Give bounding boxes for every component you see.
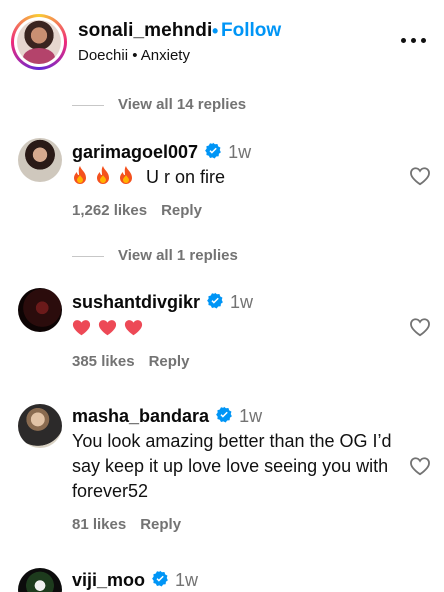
author-avatar[interactable] xyxy=(11,14,67,70)
verified-badge-icon xyxy=(204,142,222,160)
heart-outline-icon[interactable] xyxy=(409,166,431,186)
comment-meta: 1,262 likes Reply xyxy=(72,202,202,219)
comment-text: U r on fire xyxy=(72,165,402,190)
verified-badge-icon xyxy=(151,570,169,588)
avatar-ring-inner xyxy=(14,17,64,67)
comment-meta: 81 likes Reply xyxy=(72,516,181,533)
more-icon[interactable] xyxy=(401,38,427,46)
view-replies-button[interactable]: View all 1 replies xyxy=(72,247,238,264)
comment-username[interactable]: viji_moo 1w xyxy=(72,570,198,591)
fire-emoji xyxy=(97,166,109,184)
commenter-avatar[interactable] xyxy=(18,404,62,448)
verified-badge-icon xyxy=(215,406,233,424)
fire-emoji xyxy=(120,166,132,184)
reply-divider xyxy=(72,104,104,106)
comment-username[interactable]: garimagoel007 1w xyxy=(72,142,251,163)
audio-track[interactable]: Doechii • Anxiety xyxy=(78,47,190,64)
commenter-avatar[interactable] xyxy=(18,288,62,332)
likes-count[interactable]: 81 likes xyxy=(72,516,126,533)
heart-emoji xyxy=(98,320,117,336)
reply-button[interactable]: Reply xyxy=(161,202,202,219)
reel-header: sonali_mehndi • Follow Doechii • Anxiety xyxy=(0,0,444,84)
reply-divider xyxy=(72,255,104,257)
commenter-avatar[interactable] xyxy=(18,138,62,182)
reply-button[interactable]: Reply xyxy=(140,516,181,533)
heart-emoji xyxy=(72,320,91,336)
fire-emoji xyxy=(74,166,86,184)
verified-badge-icon xyxy=(206,292,224,310)
likes-count[interactable]: 1,262 likes xyxy=(72,202,147,219)
heart-emoji xyxy=(124,320,143,336)
author-avatar-image xyxy=(17,20,61,64)
follow-button[interactable]: Follow xyxy=(221,20,281,42)
comment-text: You look amazing better than the OG I’d … xyxy=(72,431,392,501)
view-replies-button[interactable]: View all 14 replies xyxy=(72,96,246,113)
likes-count[interactable]: 385 likes xyxy=(72,353,135,370)
author-username[interactable]: sonali_mehndi xyxy=(78,20,212,42)
follow-separator: • xyxy=(212,21,219,41)
comment-username[interactable]: masha_bandara 1w xyxy=(72,406,262,427)
comment-username[interactable]: sushantdivgikr 1w xyxy=(72,292,253,313)
comment-meta: 385 likes Reply xyxy=(72,353,189,370)
heart-outline-icon[interactable] xyxy=(409,317,431,337)
reply-button[interactable]: Reply xyxy=(149,353,190,370)
commenter-avatar[interactable] xyxy=(18,568,62,592)
heart-outline-icon[interactable] xyxy=(409,456,431,476)
comment-text xyxy=(72,315,402,340)
